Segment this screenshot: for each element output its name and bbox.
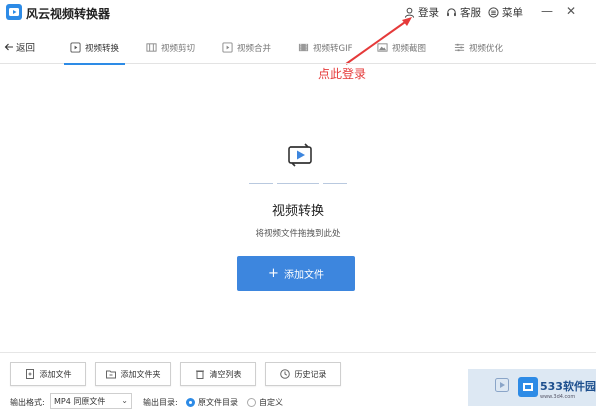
clear-list-button[interactable]: 清空列表 <box>180 362 256 386</box>
file-add-icon <box>25 369 34 379</box>
tab-video-to-gif[interactable]: 视频转GIF <box>298 31 352 64</box>
minimize-button[interactable]: — <box>540 4 554 18</box>
radio-label: 原文件目录 <box>198 398 238 407</box>
headset-icon <box>447 8 456 17</box>
menu-icon <box>488 7 499 18</box>
tab-video-convert[interactable]: 视频转换 <box>63 31 126 65</box>
tab-video-cut[interactable]: 视频剪切 <box>146 31 195 64</box>
button-label: 历史记录 <box>294 369 327 379</box>
tab-label: 视频转GIF <box>313 43 353 54</box>
app-title: 风云视频转换器 <box>26 7 111 21</box>
output-dir-label: 输出目录: <box>143 398 178 407</box>
clock-icon <box>279 369 290 379</box>
radio-checked-icon <box>186 398 195 407</box>
history-button[interactable]: 历史记录 <box>265 362 341 386</box>
button-label: 清空列表 <box>209 369 242 379</box>
radio-unchecked-icon <box>247 398 256 407</box>
video-convert-icon <box>288 143 312 167</box>
login-label: 登录 <box>418 7 439 19</box>
tab-video-optimize[interactable]: 视频优化 <box>454 31 503 64</box>
bottom-divider <box>0 352 596 353</box>
app-window: 风云视频转换器 登录 客服 菜单 — ✕ 点此登录 返回 视频转换 视频剪切 视… <box>0 0 596 418</box>
tab-label: 视频转换 <box>85 43 120 54</box>
add-folder-button[interactable]: 添加文件夹 <box>95 362 171 386</box>
button-label: 添加文件夹 <box>120 369 161 379</box>
chevron-down-icon: ⌄ <box>121 396 128 405</box>
folder-add-icon <box>105 370 116 379</box>
back-label: 返回 <box>16 43 36 54</box>
add-file-label: 添加文件 <box>283 270 324 281</box>
play-icon <box>495 378 509 392</box>
title-bar: 风云视频转换器 登录 客服 菜单 — ✕ <box>0 0 596 27</box>
app-logo-icon <box>6 4 22 20</box>
tab-label: 视频截图 <box>392 43 427 54</box>
radio-label: 自定义 <box>259 398 283 407</box>
convert-icon <box>70 42 81 53</box>
drop-zone-title: 视频转换 <box>271 204 324 219</box>
menu-button[interactable]: 菜单 <box>488 5 523 20</box>
merge-icon <box>222 42 233 53</box>
tab-label: 视频剪切 <box>161 43 196 54</box>
watermark-brand: 533软件园 <box>540 380 596 393</box>
annotation-text: 点此登录 <box>318 67 367 81</box>
decor-line <box>277 183 319 184</box>
back-button[interactable]: 返回 <box>4 40 35 54</box>
add-file-button[interactable]: + 添加文件 <box>237 256 355 291</box>
drop-zone-hint: 将视频文件拖拽到此处 <box>255 229 341 239</box>
service-label: 客服 <box>460 7 481 19</box>
gif-icon <box>298 43 309 52</box>
screenshot-icon <box>377 43 388 52</box>
decor-line <box>323 183 347 184</box>
decor-line <box>249 183 273 184</box>
radio-custom-dir[interactable]: 自定义 <box>247 397 283 408</box>
tab-video-screenshot[interactable]: 视频截图 <box>377 31 426 64</box>
button-label: 添加文件 <box>39 369 72 379</box>
customer-service-button[interactable]: 客服 <box>446 5 481 20</box>
watermark-url: www.3d4.com <box>540 394 576 400</box>
arrow-left-icon <box>4 43 13 51</box>
tab-label: 视频优化 <box>469 43 504 54</box>
close-button[interactable]: ✕ <box>564 4 578 18</box>
tab-label: 视频合并 <box>237 43 272 54</box>
tab-bar: 返回 视频转换 视频剪切 视频合并 视频转GIF 视频截图 视频优化 <box>0 31 596 65</box>
optimize-icon <box>454 43 465 52</box>
trash-icon <box>195 370 204 379</box>
output-format-select[interactable]: MP4 同原文件 ⌄ <box>50 393 132 409</box>
cut-icon <box>146 43 157 52</box>
radio-source-dir[interactable]: 原文件目录 <box>186 397 238 408</box>
watermark-logo <box>518 377 538 397</box>
output-format-label: 输出格式: <box>10 398 45 407</box>
output-format-value: MP4 同原文件 <box>54 396 106 406</box>
menu-label: 菜单 <box>502 7 523 19</box>
add-file-bottom-button[interactable]: 添加文件 <box>10 362 86 386</box>
plus-icon: + <box>268 265 279 281</box>
tab-video-merge[interactable]: 视频合并 <box>222 31 271 64</box>
